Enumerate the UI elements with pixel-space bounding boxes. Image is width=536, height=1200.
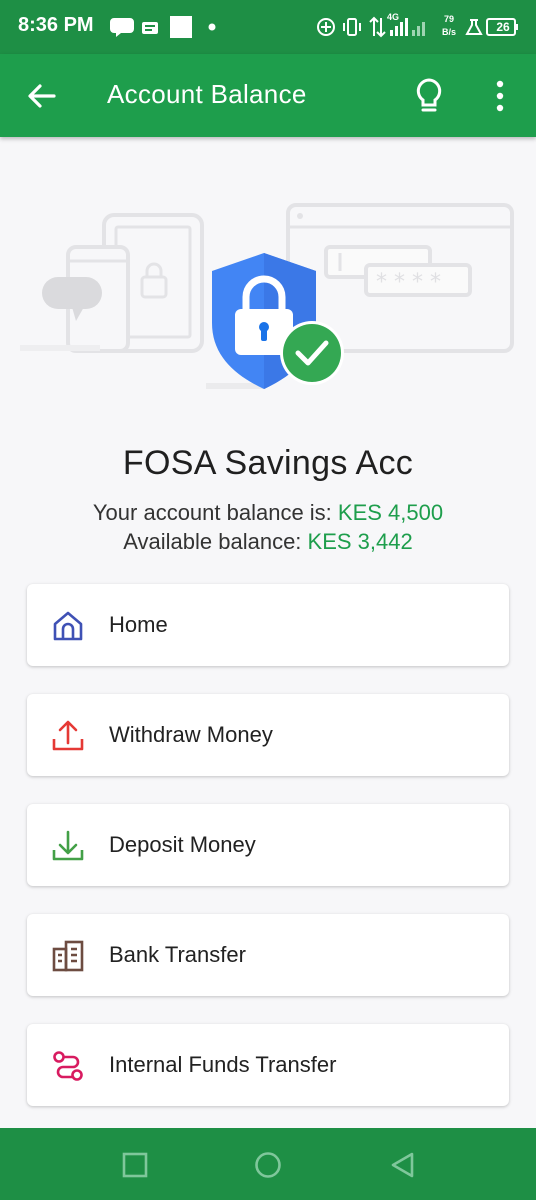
balance-label: Your account balance is: <box>92 500 332 525</box>
network-speed-unit: B/s <box>442 27 457 37</box>
available-balance-line: Available balance: KES 3,442 <box>0 529 536 555</box>
available-label: Available balance: <box>123 529 302 554</box>
menu-item-label: Home <box>109 612 168 637</box>
svg-text:* * * *: * * * * <box>376 270 441 295</box>
status-bar: 8:36 PM 4G 79 B/s 26 <box>0 0 536 54</box>
menu-item-label: Internal Funds Transfer <box>109 1052 337 1077</box>
bank-icon <box>52 940 84 972</box>
system-status-icons: 4G 79 B/s 26 <box>312 10 522 44</box>
security-illustration: * * * * <box>20 203 514 389</box>
menu-item-deposit-money[interactable]: Deposit Money <box>27 804 509 886</box>
available-value: KES 3,442 <box>307 529 413 554</box>
status-time: 8:36 PM <box>18 14 94 36</box>
menu-item-internal-funds-transfer[interactable]: Internal Funds Transfer <box>27 1024 509 1106</box>
menu-item-withdraw-money[interactable]: Withdraw Money <box>27 694 509 776</box>
download-icon <box>52 830 84 861</box>
menu-item-label: Bank Transfer <box>109 942 246 967</box>
transfer-route-icon <box>53 1051 83 1081</box>
menu-item-bank-transfer[interactable]: Bank Transfer <box>27 914 509 996</box>
account-name: FOSA Savings Acc <box>122 444 414 482</box>
balance-value: KES 4,500 <box>337 500 444 525</box>
more-vert-icon[interactable] <box>486 78 514 114</box>
recent-apps-icon[interactable] <box>120 1150 150 1180</box>
account-balance-line: Your account balance is: KES 4,500 <box>0 500 536 526</box>
menu-item-label: Withdraw Money <box>109 722 273 747</box>
home-icon <box>53 611 83 641</box>
home-nav-icon[interactable] <box>253 1150 283 1180</box>
menu-item-home[interactable]: Home <box>27 584 509 666</box>
notification-icons <box>110 16 216 38</box>
page-title: Account Balance <box>107 79 307 109</box>
back-arrow-icon[interactable] <box>24 78 60 114</box>
network-type: 4G <box>387 12 400 22</box>
battery-level: 26 <box>496 20 510 34</box>
system-nav-bar <box>0 1128 536 1200</box>
menu-item-label: Deposit Money <box>109 832 256 857</box>
network-speed-value: 79 <box>444 14 455 24</box>
app-bar: Account Balance <box>0 54 536 137</box>
lightbulb-icon[interactable] <box>412 76 446 116</box>
system-icons <box>317 16 518 38</box>
upload-icon <box>52 720 84 751</box>
back-nav-icon[interactable] <box>388 1150 418 1180</box>
